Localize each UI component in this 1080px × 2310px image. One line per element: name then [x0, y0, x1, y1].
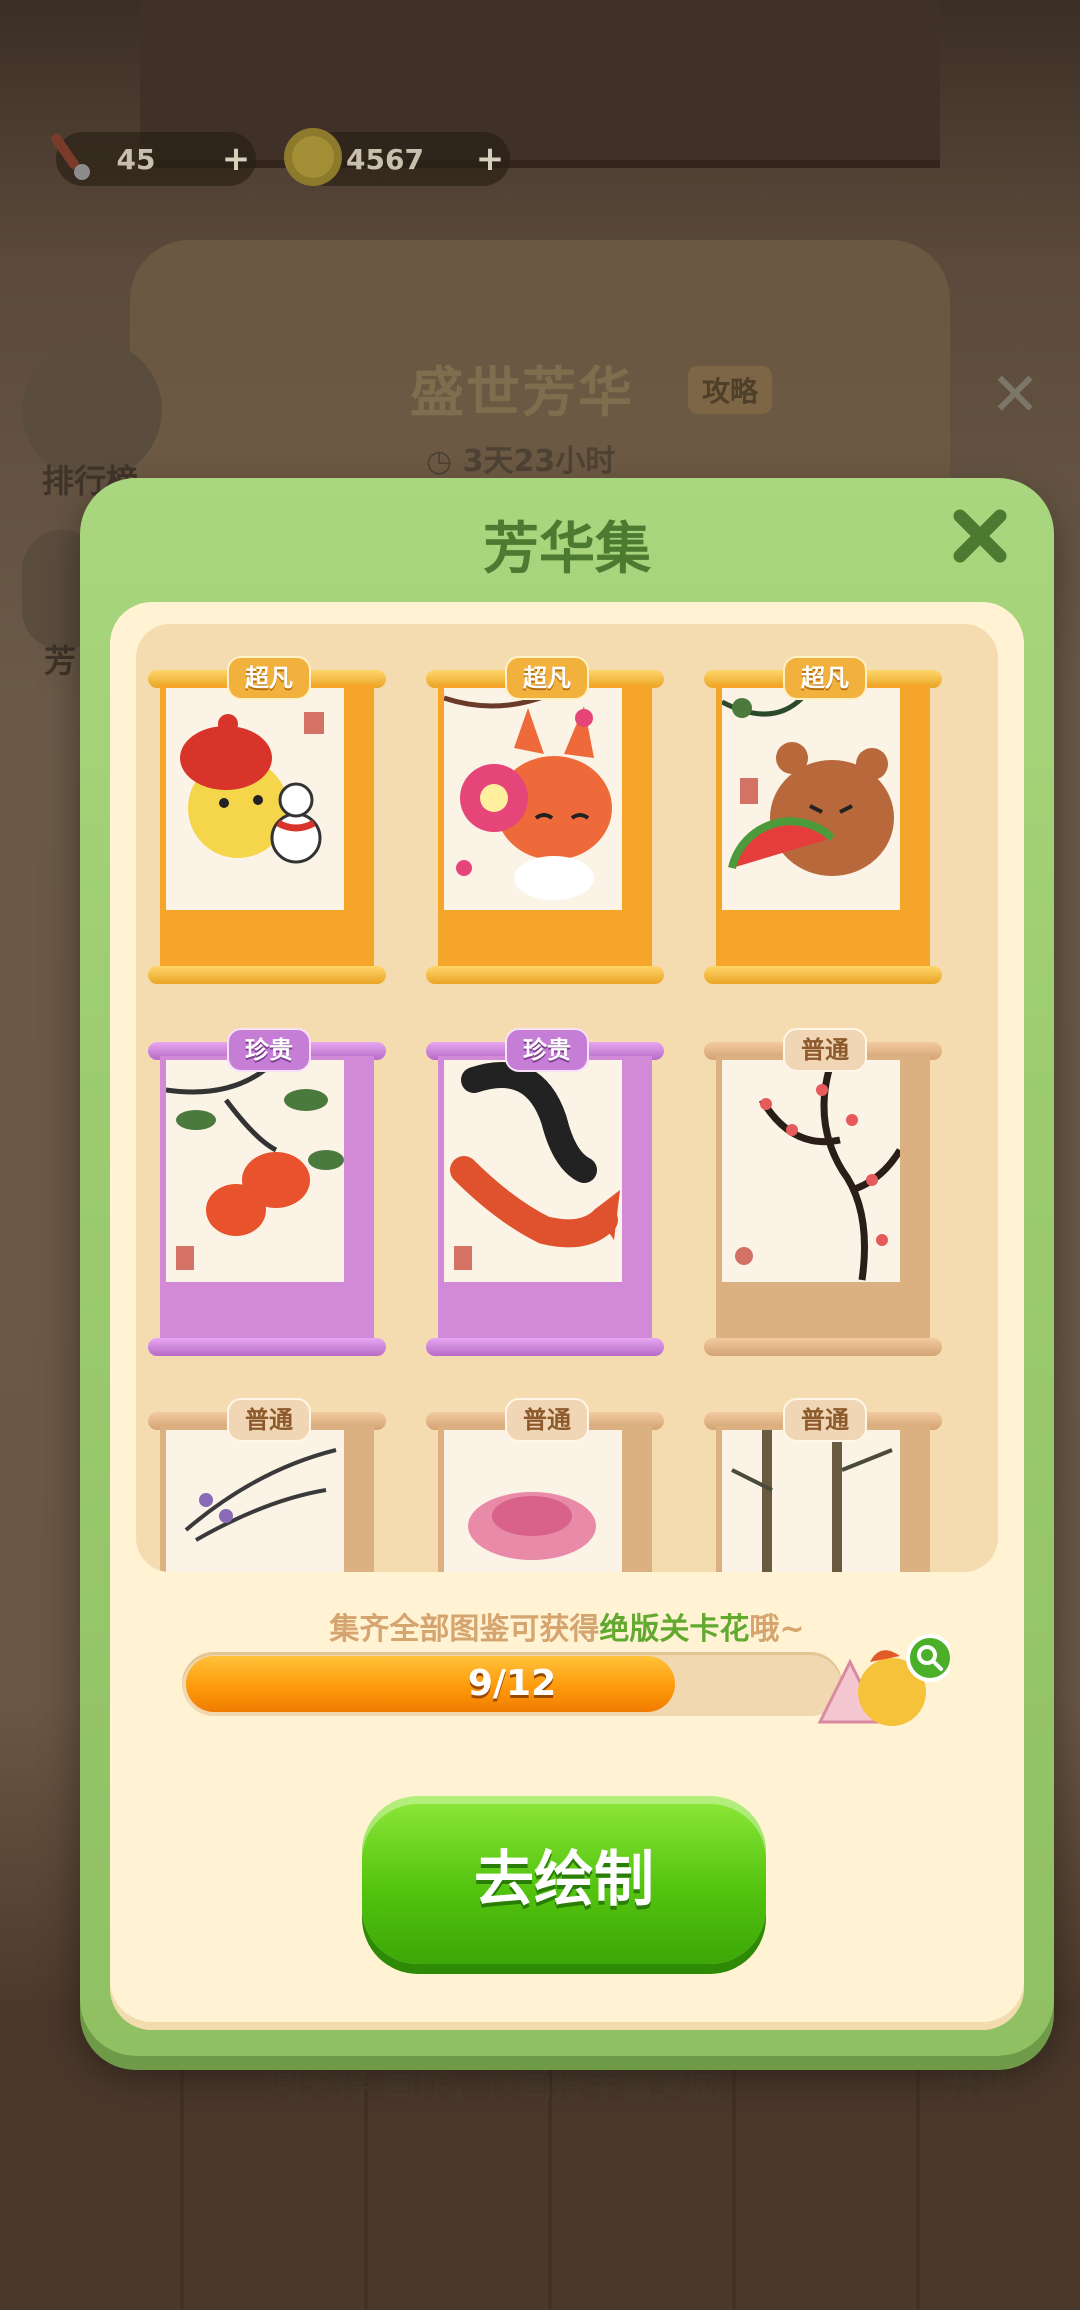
- upgrade-label: 升级: [945, 2064, 1013, 2104]
- modal-content: 超凡 超凡 超凡 珍贵 珍贵 普通 普通 普通 普通 集齐全部图鉴可获得绝版关卡…: [110, 602, 1024, 2030]
- card-orchid[interactable]: 普通: [148, 1398, 386, 1572]
- brush-counter: 45 +: [50, 132, 256, 186]
- plum-painting: [722, 1060, 900, 1282]
- rarity-tag: 珍贵: [505, 1028, 589, 1072]
- card-plum[interactable]: 普通: [704, 1028, 942, 1362]
- rarity-tag: 普通: [227, 1398, 311, 1442]
- chick-painting: [166, 688, 344, 910]
- event-timer: ◷ 3天23小时: [426, 444, 616, 479]
- card-fox[interactable]: 超凡: [426, 656, 664, 990]
- coin-counter: 4567 +: [284, 128, 510, 186]
- event-timer-text: 3天23小时: [462, 444, 616, 479]
- rarity-tag: 超凡: [783, 656, 867, 700]
- rarity-tag: 普通: [783, 1028, 867, 1072]
- bamboo-painting: [722, 1430, 900, 1572]
- card-grid: 超凡 超凡 超凡 珍贵 珍贵 普通 普通 普通 普通: [136, 624, 998, 1572]
- background-wall: [140, 0, 940, 168]
- progress-label: 9/12: [467, 1663, 557, 1704]
- side-event-label: 芳: [44, 642, 77, 680]
- card-bear[interactable]: 超凡: [704, 656, 942, 990]
- hint-suffix: 哦~: [749, 1612, 805, 1647]
- card-koi[interactable]: 珍贵: [426, 1028, 664, 1362]
- guide-button[interactable]: 攻略: [688, 366, 773, 414]
- bear-painting: [722, 688, 900, 910]
- rarity-tag: 超凡: [227, 656, 311, 700]
- koi-painting: [444, 1060, 622, 1282]
- add-brush-button[interactable]: +: [216, 139, 256, 179]
- collection-progress-bar: 9/12: [182, 1652, 842, 1716]
- card-chick[interactable]: 超凡: [148, 656, 386, 990]
- chrysanthemum-painting: [444, 1430, 622, 1572]
- brush-icon: [50, 133, 90, 180]
- event-close-icon[interactable]: ✕: [990, 360, 1040, 430]
- persimmon-painting: [166, 1060, 344, 1282]
- add-coin-button[interactable]: +: [470, 139, 510, 179]
- go-draw-button[interactable]: 去绘制: [362, 1796, 766, 1964]
- hint-highlight: 绝版关卡花: [599, 1612, 750, 1647]
- card-chrysanthemum[interactable]: 普通: [426, 1398, 664, 1572]
- rarity-tag: 普通: [505, 1398, 589, 1442]
- reward-preview[interactable]: [810, 1632, 950, 1752]
- collection-modal: 芳华集 超凡 超凡 超凡 珍贵 珍贵 普通 普通 普通 普通 集齐全部图鉴可获得…: [80, 478, 1054, 2056]
- modal-title: 芳华集: [483, 517, 651, 582]
- orchid-painting: [166, 1430, 344, 1572]
- card-bamboo[interactable]: 普通: [704, 1398, 942, 1572]
- fox-painting: [444, 688, 622, 910]
- rarity-tag: 超凡: [505, 656, 589, 700]
- close-icon[interactable]: [950, 506, 1010, 566]
- magnify-icon: [906, 1634, 950, 1682]
- event-title: 盛世芳华: [410, 361, 634, 424]
- rarity-tag: 珍贵: [227, 1028, 311, 1072]
- event-description: 闯关得 画作，作画得丰富奖励: [268, 2064, 722, 2104]
- coin-icon: [284, 128, 342, 186]
- card-persimmon[interactable]: 珍贵: [148, 1028, 386, 1362]
- rarity-tag: 普通: [783, 1398, 867, 1442]
- hint-prefix: 集齐全部图鉴可获得: [329, 1612, 600, 1647]
